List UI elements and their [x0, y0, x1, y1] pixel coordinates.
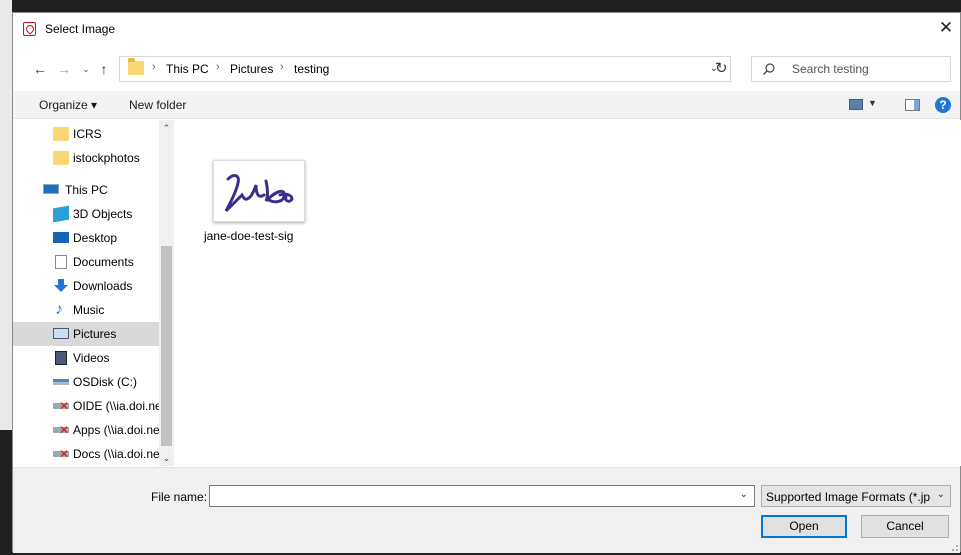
forward-button[interactable]: → — [55, 60, 73, 78]
drive-icon — [53, 379, 69, 385]
command-bar: Organize ▾ New folder ▼ ? — [13, 91, 960, 119]
disconnected-drive-icon — [53, 447, 69, 461]
sidebar-item-icrs[interactable]: ICRS — [13, 122, 159, 146]
sidebar-item-label: Docs (\\ia.doi.ne — [73, 447, 160, 461]
search-box[interactable] — [751, 56, 951, 82]
sidebar-item-label: Downloads — [73, 279, 133, 293]
file-type-label: Supported Image Formats (*.jpg — [766, 490, 930, 504]
sidebar-item-3d-objects[interactable]: 3D Objects — [13, 202, 159, 226]
refresh-button[interactable]: ↻ — [715, 60, 728, 78]
new-folder-button[interactable]: New folder — [129, 98, 186, 112]
navigation-row: ← → ⌄ ↑ › This PC › Pictures › testing ⌄… — [13, 53, 960, 87]
sidebar-item-label: 3D Objects — [73, 207, 133, 221]
file-name-combobox[interactable]: ⌄ — [209, 485, 755, 507]
recent-locations-button[interactable]: ⌄ — [77, 60, 95, 78]
file-name-input[interactable] — [213, 487, 723, 505]
up-button[interactable]: ↑ — [95, 60, 113, 78]
sidebar-item-label: Music — [73, 303, 105, 317]
address-bar[interactable]: › This PC › Pictures › testing ⌄ — [119, 56, 731, 82]
title-bar: Select Image ✕ — [13, 13, 960, 45]
sidebar-item-apps[interactable]: Apps (\\ia.doi.ne — [13, 418, 160, 442]
breadcrumb-testing[interactable]: testing — [294, 62, 329, 76]
breadcrumb-pictures[interactable]: Pictures — [230, 62, 273, 76]
sidebar-item-music[interactable]: ♪ Music — [13, 298, 159, 322]
folder-icon — [128, 58, 144, 75]
sidebar-item-desktop[interactable]: Desktop — [13, 226, 159, 250]
file-list: jane-doe-test-sig — [176, 120, 961, 466]
dialog-title: Select Image — [45, 22, 116, 36]
sidebar-item-label: OIDE (\\ia.doi.ne — [73, 399, 162, 413]
sidebar-item-label: Pictures — [73, 327, 117, 341]
downloads-icon — [54, 279, 68, 293]
chevron-down-icon[interactable]: ⌄ — [937, 489, 945, 500]
sidebar-item-documents[interactable]: Documents — [13, 250, 159, 274]
sidebar-item-docs[interactable]: Docs (\\ia.doi.ne — [13, 442, 160, 466]
sidebar-item-istockphotos[interactable]: istockphotos — [13, 146, 159, 170]
background-window-edge — [0, 0, 12, 430]
disconnected-drive-icon — [53, 423, 69, 437]
sidebar-item-oide[interactable]: OIDE (\\ia.doi.ne — [13, 394, 162, 418]
sidebar-item-label: Desktop — [73, 231, 118, 245]
cancel-button[interactable]: Cancel — [861, 515, 949, 538]
file-name-label: File name: — [151, 490, 208, 504]
pictures-icon — [53, 328, 69, 339]
computer-icon — [43, 184, 59, 194]
file-type-dropdown[interactable]: Supported Image Formats (*.jpg ⌄ — [761, 485, 951, 507]
open-button[interactable]: Open — [761, 515, 847, 538]
documents-icon — [55, 255, 67, 269]
acrobat-app-icon — [23, 22, 36, 36]
close-button[interactable]: ✕ — [934, 17, 958, 41]
desktop-icon — [53, 232, 69, 243]
organize-button[interactable]: Organize ▾ — [39, 98, 97, 112]
folder-icon — [53, 151, 69, 165]
resize-grip-icon[interactable] — [952, 545, 958, 551]
preview-pane-icon[interactable] — [905, 99, 920, 111]
breadcrumb-separator: › — [152, 61, 156, 73]
chevron-down-icon[interactable]: ⌄ — [740, 489, 748, 500]
sidebar-item-this-pc[interactable]: This PC — [13, 178, 159, 202]
music-icon: ♪ — [55, 301, 63, 318]
select-image-dialog: Select Image ✕ ← → ⌄ ↑ › This PC › Pictu… — [12, 12, 961, 553]
change-view-icon[interactable] — [849, 99, 863, 110]
scroll-up-icon[interactable]: ⌃ — [159, 120, 174, 136]
sidebar-item-label: Videos — [73, 351, 110, 365]
sidebar-item-label: Documents — [73, 255, 134, 269]
signature-image — [224, 174, 294, 213]
search-icon — [763, 63, 775, 75]
breadcrumb-separator[interactable]: › — [216, 61, 220, 73]
sidebar-item-label: Apps (\\ia.doi.ne — [73, 423, 160, 437]
search-input[interactable] — [792, 59, 942, 79]
breadcrumb-this-pc[interactable]: This PC — [166, 62, 209, 76]
folder-icon — [53, 127, 69, 141]
sidebar-item-videos[interactable]: Videos — [13, 346, 159, 370]
sidebar-item-label: OSDisk (C:) — [73, 375, 137, 389]
file-name-caption: jane-doe-test-sig — [204, 229, 294, 243]
sidebar-item-label: istockphotos — [73, 151, 140, 165]
image-thumbnail — [213, 160, 305, 222]
sidebar-item-downloads[interactable]: Downloads — [13, 274, 159, 298]
sidebar-item-label: This PC — [65, 183, 108, 197]
navigation-scrollbar[interactable]: ⌃ ⌄ — [159, 120, 174, 466]
sidebar-item-osdisk[interactable]: OSDisk (C:) — [13, 370, 159, 394]
scroll-down-icon[interactable]: ⌄ — [159, 450, 174, 466]
scroll-thumb[interactable] — [161, 246, 172, 446]
footer-bar: File name: ⌄ Supported Image Formats (*.… — [13, 467, 960, 553]
videos-icon — [55, 351, 67, 365]
disconnected-drive-icon — [53, 399, 69, 413]
file-tile[interactable]: jane-doe-test-sig — [201, 160, 305, 260]
sidebar-item-pictures[interactable]: Pictures — [13, 322, 159, 346]
breadcrumb-separator[interactable]: › — [280, 61, 284, 73]
3d-objects-icon — [53, 205, 69, 223]
view-options-dropdown-icon[interactable]: ▼ — [868, 98, 877, 108]
navigation-pane: ICRS istockphotos This PC 3D Objects Des… — [13, 120, 175, 466]
back-button[interactable]: ← — [31, 60, 49, 78]
sidebar-item-label: ICRS — [73, 127, 102, 141]
help-icon[interactable]: ? — [935, 97, 951, 113]
